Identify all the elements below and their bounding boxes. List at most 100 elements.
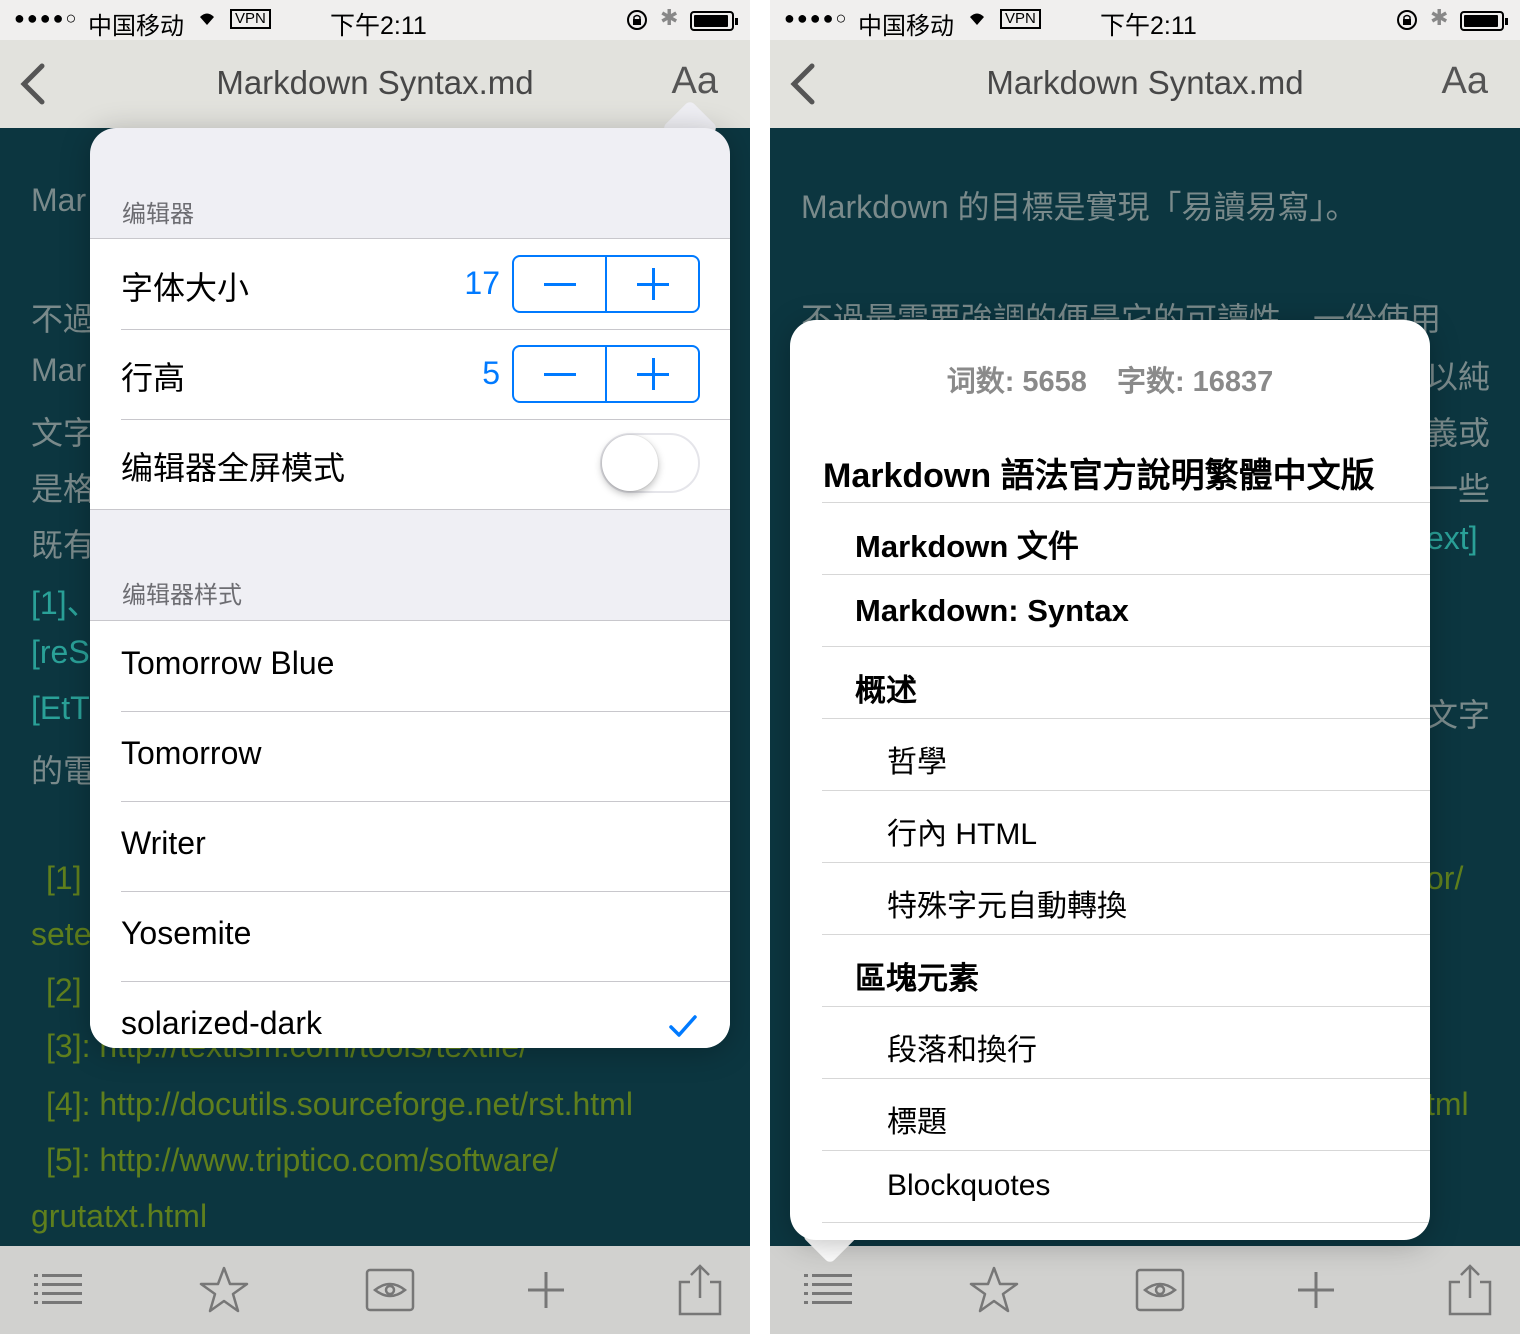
checkmark-icon: [669, 1015, 697, 1037]
plus-icon[interactable]: [1290, 1264, 1342, 1316]
theme-item[interactable]: Writer: [90, 801, 730, 891]
word-count: 词数: 5658: [946, 366, 1087, 398]
theme-item[interactable]: Tomorrow: [90, 711, 730, 801]
outline-item-text: Blockquotes: [887, 1169, 1051, 1202]
star-icon[interactable]: [198, 1264, 250, 1316]
outline-item[interactable]: 概述: [822, 646, 1430, 718]
status-bar: ●●●●○ 中国移动 VPN 下午2:11 ✱: [770, 0, 1520, 40]
font-settings-button[interactable]: Aa: [1442, 60, 1488, 103]
status-time: 下午2:11: [330, 12, 427, 40]
editor-line: 的電: [31, 753, 96, 789]
outline-item[interactable]: 區塊元素: [822, 934, 1430, 1006]
bluetooth-icon: ✱: [1430, 5, 1449, 30]
bottom-toolbar: [770, 1246, 1520, 1334]
editor-settings-group: 字体大小 17 行高 5 编辑器全屏模式: [90, 238, 730, 510]
editor-line: [1]: [46, 860, 82, 896]
vpn-badge: VPN: [1000, 9, 1041, 29]
bottom-toolbar: [0, 1246, 750, 1334]
outline-item-text: 區塊元素: [855, 961, 979, 996]
battery-icon: [690, 11, 738, 31]
font-size-stepper: [512, 255, 700, 313]
signal-strength: ●●●●○: [14, 8, 79, 28]
preview-eye-icon[interactable]: [1134, 1264, 1186, 1316]
list-icon[interactable]: [802, 1264, 854, 1316]
line-height-decrease-button[interactable]: [514, 347, 607, 401]
line-height-value: 5: [482, 355, 500, 391]
outline-item-text: 哲學: [887, 746, 947, 779]
star-icon[interactable]: [968, 1264, 1020, 1316]
toggle-knob: [602, 435, 658, 491]
outline-list: Markdown 文件 Markdown: Syntax 概述 哲學 行內 HT…: [822, 502, 1430, 1240]
editor-line: Mar: [31, 182, 87, 218]
outline-item[interactable]: 段落和換行: [822, 1006, 1430, 1078]
outline-list-end: [822, 1222, 1430, 1240]
editor-line: sete: [31, 916, 92, 952]
outline-item[interactable]: Markdown 文件: [822, 502, 1430, 574]
line-height-stepper: [512, 345, 700, 403]
list-icon[interactable]: [32, 1264, 84, 1316]
outline-popover: 词数: 5658 字数: 16837 Markdown 語法官方說明繁體中文版 M…: [790, 320, 1430, 1240]
font-size-row: 字体大小 17: [90, 239, 730, 329]
editor-line: 是格: [31, 471, 96, 507]
editor-line: 一些: [1426, 471, 1491, 507]
preview-eye-icon[interactable]: [364, 1264, 416, 1316]
document-title: Markdown Syntax.md: [216, 64, 534, 101]
battery-icon: [1460, 11, 1508, 31]
theme-item[interactable]: Tomorrow Blue: [90, 621, 730, 711]
outline-item[interactable]: 哲學: [822, 718, 1430, 790]
wifi-icon: [970, 13, 984, 25]
editor-line: ext]: [1426, 520, 1478, 556]
fullscreen-toggle[interactable]: [600, 433, 700, 493]
document-title: Markdown Syntax.md: [986, 64, 1304, 101]
outline-item[interactable]: Markdown: Syntax: [822, 574, 1430, 646]
theme-item-selected[interactable]: solarized-dark: [90, 981, 730, 1048]
editor-line: [2]: [46, 972, 82, 1008]
editor-line: 以純: [1426, 359, 1491, 395]
editor-line: [reS: [31, 634, 90, 670]
rotation-lock-icon: [627, 10, 647, 30]
editor-line: Markdown 的目標是實現「易讀易寫」。: [801, 189, 1358, 225]
share-icon[interactable]: [674, 1264, 726, 1316]
editor-line: 既有: [31, 527, 96, 563]
nav-bar: Markdown Syntax.md Aa: [0, 40, 750, 128]
outline-item-text: Markdown: Syntax: [855, 593, 1129, 628]
editor-line: 文字: [31, 415, 96, 451]
outline-item-text: Markdown 文件: [855, 529, 1079, 564]
outline-item[interactable]: Blockquotes: [822, 1150, 1430, 1222]
font-size-decrease-button[interactable]: [514, 257, 607, 311]
outline-item-text: 特殊字元自動轉換: [887, 890, 1127, 923]
theme-label: Yosemite: [121, 915, 252, 951]
settings-popover: 编辑器 字体大小 17 行高 5 编辑器全屏模式 编辑器样式 Tomorrow …: [90, 128, 730, 1048]
fullscreen-label: 编辑器全屏模式: [121, 450, 346, 486]
editor-line: tml: [1426, 1086, 1469, 1122]
document-stats: 词数: 5658 字数: 16837: [790, 358, 1430, 400]
carrier-name: 中国移动: [858, 13, 954, 40]
editor-line: [5]: http://www.triptico.com/software/: [46, 1142, 559, 1178]
fullscreen-row: 编辑器全屏模式: [90, 419, 730, 509]
rotation-lock-icon: [1397, 10, 1417, 30]
line-height-label: 行高: [121, 360, 186, 396]
outline-item[interactable]: 行內 HTML: [822, 790, 1430, 862]
outline-doc-title[interactable]: Markdown 語法官方說明繁體中文版: [823, 448, 1403, 497]
theme-item[interactable]: Yosemite: [90, 891, 730, 981]
font-size-increase-button[interactable]: [607, 257, 700, 311]
bluetooth-icon: ✱: [660, 5, 679, 30]
font-settings-button[interactable]: Aa: [672, 60, 718, 103]
plus-icon[interactable]: [520, 1264, 572, 1316]
section-header-style: 编辑器样式: [122, 582, 242, 609]
signal-strength: ●●●●○: [784, 8, 849, 28]
editor-line: [EtT: [31, 690, 90, 726]
theme-label: Tomorrow: [121, 735, 262, 771]
line-height-increase-button[interactable]: [607, 347, 700, 401]
editor-line: grutatxt.html: [31, 1198, 208, 1234]
outline-item[interactable]: 特殊字元自動轉換: [822, 862, 1430, 934]
line-height-row: 行高 5: [90, 329, 730, 419]
editor-line: 文字: [1426, 697, 1491, 733]
wifi-icon: [200, 13, 214, 25]
outline-item[interactable]: 標題: [822, 1078, 1430, 1150]
status-bar: ●●●●○ 中国移动 VPN 下午2:11 ✱: [0, 0, 750, 40]
outline-item-text: 段落和換行: [887, 1034, 1037, 1067]
share-icon[interactable]: [1444, 1264, 1496, 1316]
vpn-badge: VPN: [230, 9, 271, 29]
section-header-editor: 编辑器: [122, 201, 194, 228]
